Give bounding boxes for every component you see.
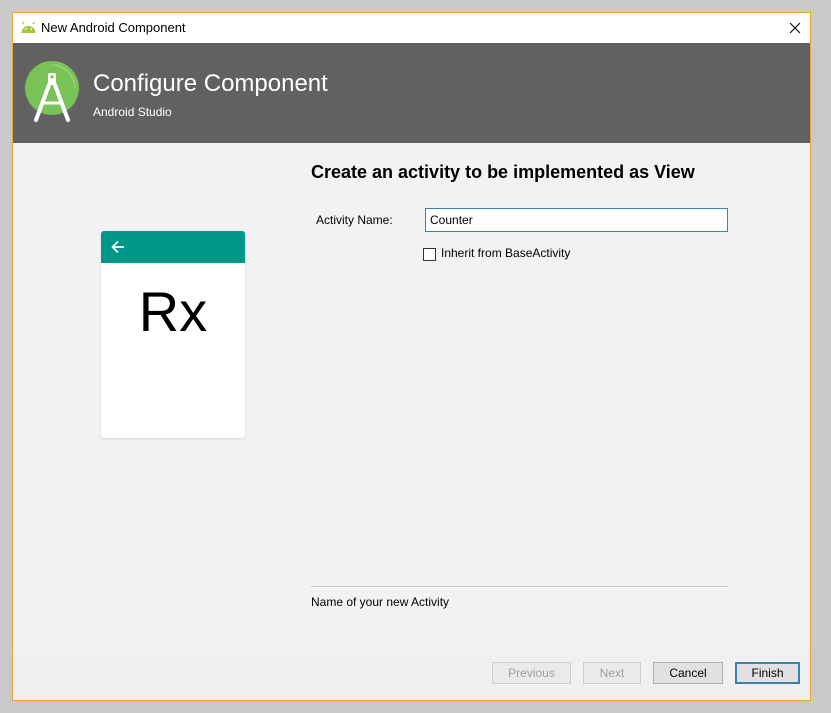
header-subtitle: Android Studio xyxy=(93,105,172,119)
title-bar[interactable]: New Android Component xyxy=(13,13,810,43)
android-studio-logo-icon xyxy=(25,61,79,122)
checkbox-box[interactable] xyxy=(423,248,436,261)
divider xyxy=(311,586,728,587)
header-title: Configure Component xyxy=(93,70,328,97)
preview-label: Rx xyxy=(138,280,208,343)
close-icon xyxy=(789,22,801,34)
activity-preview: Rx xyxy=(101,231,245,438)
finish-button[interactable]: Finish xyxy=(735,662,800,684)
arrow-left-icon xyxy=(111,240,124,254)
android-icon xyxy=(21,21,36,33)
inherit-checkbox-label: Inherit from BaseActivity xyxy=(441,246,571,260)
activity-name-label: Activity Name: xyxy=(316,213,393,227)
window-title: New Android Component xyxy=(41,20,186,35)
next-button[interactable]: Next xyxy=(583,662,641,684)
previous-button[interactable]: Previous xyxy=(492,662,571,684)
new-android-component-dialog: New Android Component Configure Componen… xyxy=(12,12,811,701)
close-button[interactable] xyxy=(780,13,810,43)
help-text: Name of your new Activity xyxy=(311,595,450,609)
preview-app-bar xyxy=(101,231,245,263)
cancel-button[interactable]: Cancel xyxy=(653,662,723,684)
form-heading: Create an activity to be implemented as … xyxy=(311,162,695,182)
wizard-header: Configure Component Android Studio xyxy=(13,43,810,143)
activity-name-input[interactable] xyxy=(425,208,728,232)
